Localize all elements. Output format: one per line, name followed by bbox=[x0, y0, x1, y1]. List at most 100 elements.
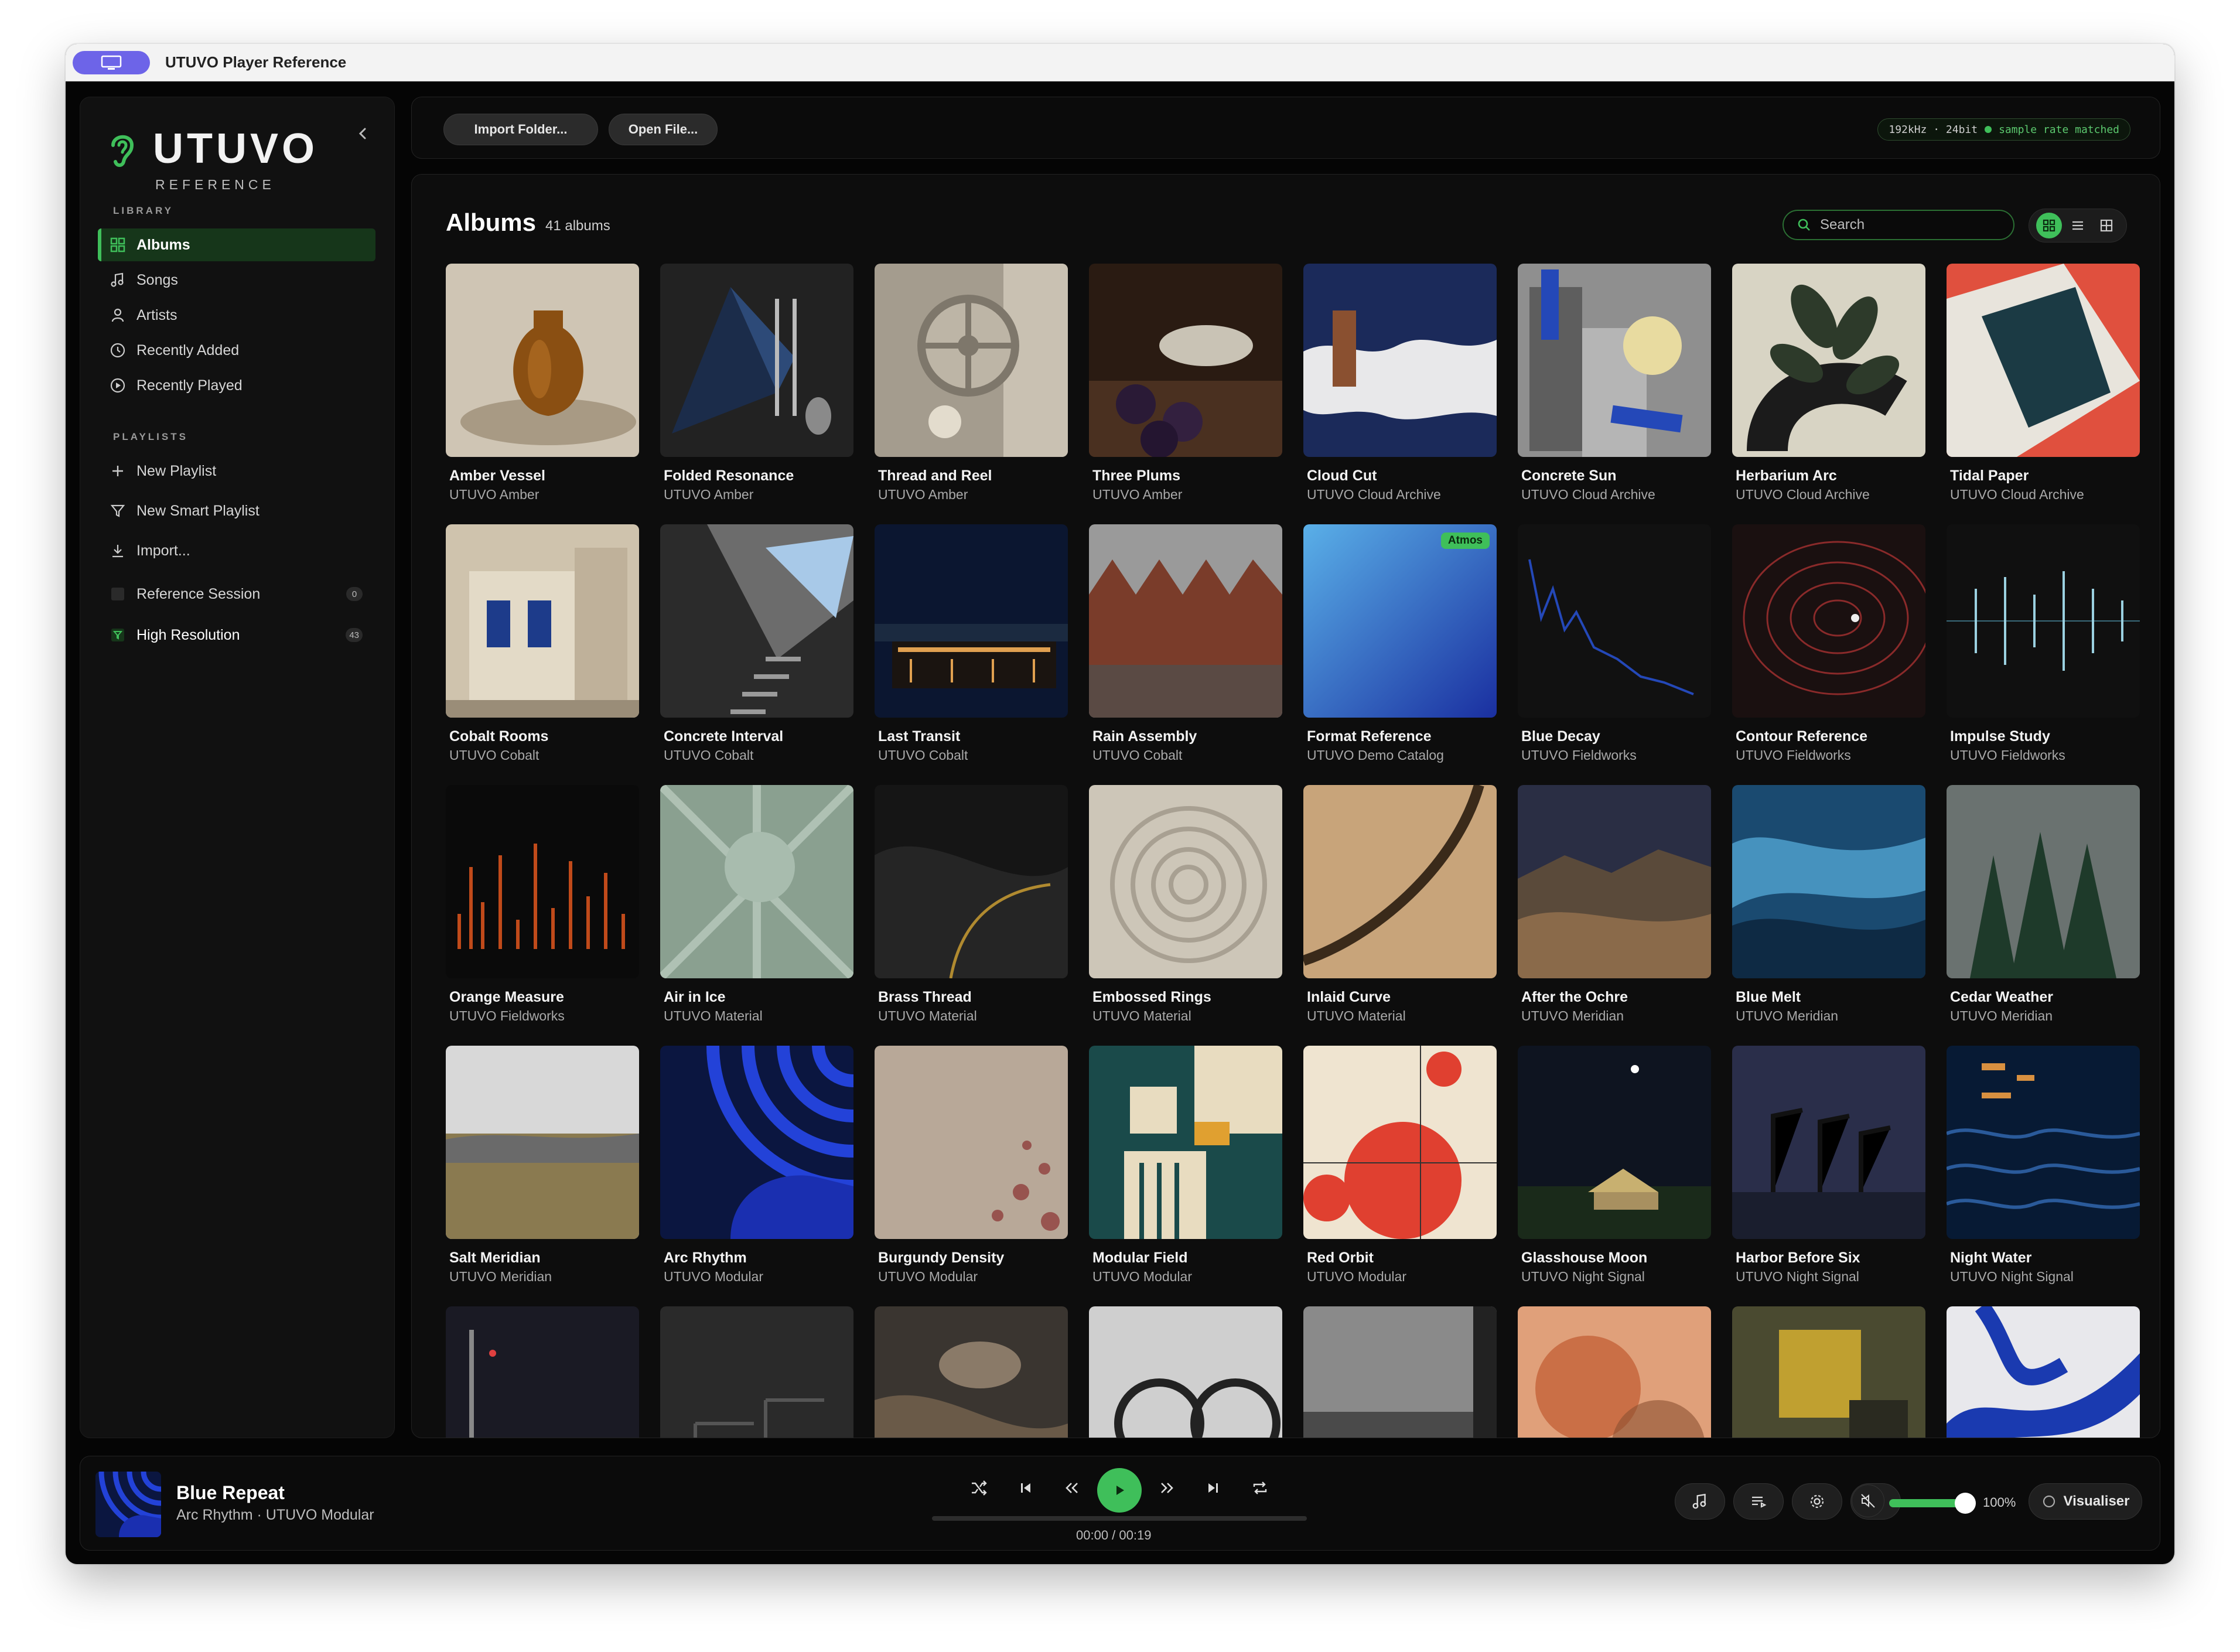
album-card[interactable]: Folded Resonance UTUVO Amber bbox=[660, 264, 853, 503]
previous-track-button[interactable] bbox=[1010, 1473, 1041, 1503]
sidebar-item-recently-added[interactable]: Recently Added bbox=[98, 334, 375, 367]
next-track-button[interactable] bbox=[1198, 1473, 1228, 1503]
album-card[interactable]: Contour Reference UTUVO Fieldworks bbox=[1732, 524, 1925, 763]
album-artwork[interactable] bbox=[875, 264, 1068, 457]
volume-knob[interactable] bbox=[1955, 1493, 1976, 1514]
album-card[interactable]: Cloud Cut UTUVO Cloud Archive bbox=[1303, 264, 1497, 503]
album-card[interactable]: Red Orbit UTUVO Modular bbox=[1303, 1046, 1497, 1285]
album-artwork[interactable] bbox=[446, 785, 639, 978]
new-smart-playlist-button[interactable]: New Smart Playlist bbox=[98, 494, 375, 527]
album-card[interactable]: Herbarium Arc UTUVO Cloud Archive bbox=[1732, 264, 1925, 503]
album-card[interactable]: Cedar Weather UTUVO Meridian bbox=[1947, 785, 2140, 1024]
album-artwork[interactable] bbox=[1089, 524, 1282, 718]
album-card[interactable]: Orange Measure UTUVO Fieldworks bbox=[446, 785, 639, 1024]
album-card[interactable] bbox=[1732, 1306, 1925, 1438]
album-card[interactable] bbox=[1518, 1306, 1711, 1438]
lyrics-button[interactable] bbox=[1675, 1483, 1725, 1520]
album-card[interactable]: Atmos Format Reference UTUVO Demo Catalog bbox=[1303, 524, 1497, 763]
album-artwork[interactable]: Atmos bbox=[1303, 524, 1497, 718]
album-artwork[interactable] bbox=[875, 1306, 1068, 1438]
open-file-button[interactable]: Open File... bbox=[609, 114, 718, 145]
album-card[interactable]: Cobalt Rooms UTUVO Cobalt bbox=[446, 524, 639, 763]
album-artwork[interactable] bbox=[875, 785, 1068, 978]
playlist-high-resolution[interactable]: High Resolution 43 bbox=[98, 619, 375, 651]
shuffle-button[interactable] bbox=[964, 1473, 994, 1503]
album-artwork[interactable] bbox=[1089, 785, 1282, 978]
album-artwork[interactable] bbox=[1732, 1046, 1925, 1239]
playlist-reference-session[interactable]: Reference Session 0 bbox=[98, 578, 375, 610]
album-artwork[interactable] bbox=[1947, 1306, 2140, 1438]
album-artwork[interactable] bbox=[1303, 1306, 1497, 1438]
new-playlist-button[interactable]: New Playlist bbox=[98, 455, 375, 487]
album-artwork[interactable] bbox=[1947, 524, 2140, 718]
sidebar-item-songs[interactable]: Songs bbox=[98, 264, 375, 296]
album-artwork[interactable] bbox=[1732, 1306, 1925, 1438]
album-card[interactable]: Concrete Interval UTUVO Cobalt bbox=[660, 524, 853, 763]
album-artwork[interactable] bbox=[660, 1306, 853, 1438]
visualiser-button[interactable]: Visualiser bbox=[2029, 1483, 2142, 1520]
album-artwork[interactable] bbox=[1518, 264, 1711, 457]
album-card[interactable]: Blue Melt UTUVO Meridian bbox=[1732, 785, 1925, 1024]
search-box[interactable] bbox=[1783, 210, 2014, 240]
album-card[interactable]: Concrete Sun UTUVO Cloud Archive bbox=[1518, 264, 1711, 503]
album-artwork[interactable] bbox=[660, 524, 853, 718]
album-card[interactable] bbox=[1303, 1306, 1497, 1438]
album-card[interactable]: Burgundy Density UTUVO Modular bbox=[875, 1046, 1068, 1285]
mute-button[interactable] bbox=[1852, 1484, 1884, 1517]
album-artwork[interactable] bbox=[446, 524, 639, 718]
settings-button[interactable] bbox=[1792, 1483, 1842, 1520]
album-card[interactable]: Blue Decay UTUVO Fieldworks bbox=[1518, 524, 1711, 763]
album-artwork[interactable] bbox=[1732, 264, 1925, 457]
sidebar-item-artists[interactable]: Artists bbox=[98, 299, 375, 332]
now-playing-artwork[interactable] bbox=[95, 1472, 161, 1537]
album-artwork[interactable] bbox=[446, 264, 639, 457]
album-card[interactable] bbox=[875, 1306, 1068, 1438]
album-artwork[interactable] bbox=[1947, 785, 2140, 978]
sidebar-item-recently-played[interactable]: Recently Played bbox=[98, 369, 375, 402]
album-card[interactable] bbox=[1947, 1306, 2140, 1438]
album-artwork[interactable] bbox=[1518, 785, 1711, 978]
album-card[interactable]: Harbor Before Six UTUVO Night Signal bbox=[1732, 1046, 1925, 1285]
album-artwork[interactable] bbox=[1089, 1046, 1282, 1239]
volume-slider[interactable] bbox=[1889, 1493, 1976, 1514]
album-card[interactable] bbox=[660, 1306, 853, 1438]
grid-view-button[interactable] bbox=[2036, 213, 2063, 238]
album-card[interactable]: Last Transit UTUVO Cobalt bbox=[875, 524, 1068, 763]
collapse-sidebar-button[interactable] bbox=[351, 122, 374, 145]
album-card[interactable]: Amber Vessel UTUVO Amber bbox=[446, 264, 639, 503]
album-card[interactable]: Rain Assembly UTUVO Cobalt bbox=[1089, 524, 1282, 763]
repeat-button[interactable] bbox=[1245, 1473, 1275, 1503]
album-artwork[interactable] bbox=[660, 785, 853, 978]
album-artwork[interactable] bbox=[1089, 1306, 1282, 1438]
album-artwork[interactable] bbox=[1518, 524, 1711, 718]
album-artwork[interactable] bbox=[1303, 785, 1497, 978]
album-card[interactable]: Salt Meridian UTUVO Meridian bbox=[446, 1046, 639, 1285]
album-artwork[interactable] bbox=[1518, 1046, 1711, 1239]
album-card[interactable]: Brass Thread UTUVO Material bbox=[875, 785, 1068, 1024]
album-artwork[interactable] bbox=[1303, 1046, 1497, 1239]
album-card[interactable] bbox=[446, 1306, 639, 1438]
list-view-button[interactable] bbox=[2065, 213, 2091, 238]
album-card[interactable]: Three Plums UTUVO Amber bbox=[1089, 264, 1282, 503]
album-card[interactable]: Impulse Study UTUVO Fieldworks bbox=[1947, 524, 2140, 763]
compact-grid-button[interactable] bbox=[2094, 213, 2119, 238]
album-card[interactable]: Inlaid Curve UTUVO Material bbox=[1303, 785, 1497, 1024]
album-artwork[interactable] bbox=[660, 264, 853, 457]
album-artwork[interactable] bbox=[1089, 264, 1282, 457]
album-artwork[interactable] bbox=[1732, 524, 1925, 718]
album-artwork[interactable] bbox=[660, 1046, 853, 1239]
album-artwork[interactable] bbox=[1732, 785, 1925, 978]
album-card[interactable]: Modular Field UTUVO Modular bbox=[1089, 1046, 1282, 1285]
album-card[interactable]: After the Ochre UTUVO Meridian bbox=[1518, 785, 1711, 1024]
album-artwork[interactable] bbox=[446, 1306, 639, 1438]
album-artwork[interactable] bbox=[1947, 1046, 2140, 1239]
album-card[interactable]: Arc Rhythm UTUVO Modular bbox=[660, 1046, 853, 1285]
import-folder-button[interactable]: Import Folder... bbox=[443, 114, 598, 145]
search-input[interactable] bbox=[1820, 217, 2007, 233]
album-card[interactable]: Thread and Reel UTUVO Amber bbox=[875, 264, 1068, 503]
album-artwork[interactable] bbox=[875, 1046, 1068, 1239]
album-artwork[interactable] bbox=[1303, 264, 1497, 457]
rewind-button[interactable] bbox=[1057, 1473, 1088, 1503]
album-artwork[interactable] bbox=[446, 1046, 639, 1239]
import-playlist-button[interactable]: Import... bbox=[98, 534, 375, 567]
